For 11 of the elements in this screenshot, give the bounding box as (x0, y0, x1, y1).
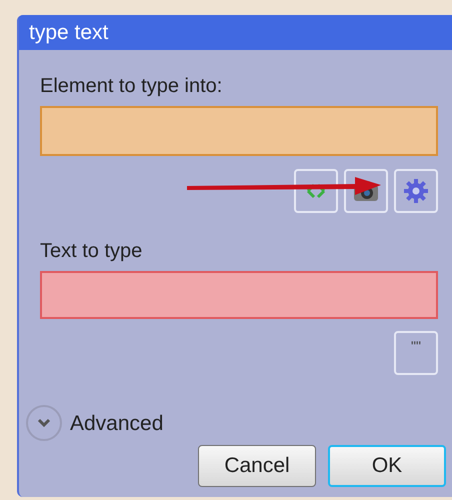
field-label: Text to type (40, 241, 142, 261)
window-title: type text (29, 22, 108, 43)
field-label: Element to type into: (40, 76, 222, 96)
advanced-label[interactable]: Advanced (70, 412, 164, 434)
element-field[interactable] (40, 106, 438, 156)
quote-button[interactable]: "" (394, 331, 438, 375)
chevron-icon[interactable] (26, 405, 62, 441)
gear-icon (403, 178, 429, 204)
text-field[interactable] (40, 271, 438, 319)
dialog-button[interactable]: OK (328, 445, 446, 487)
dialog-button[interactable]: Cancel (198, 445, 316, 487)
